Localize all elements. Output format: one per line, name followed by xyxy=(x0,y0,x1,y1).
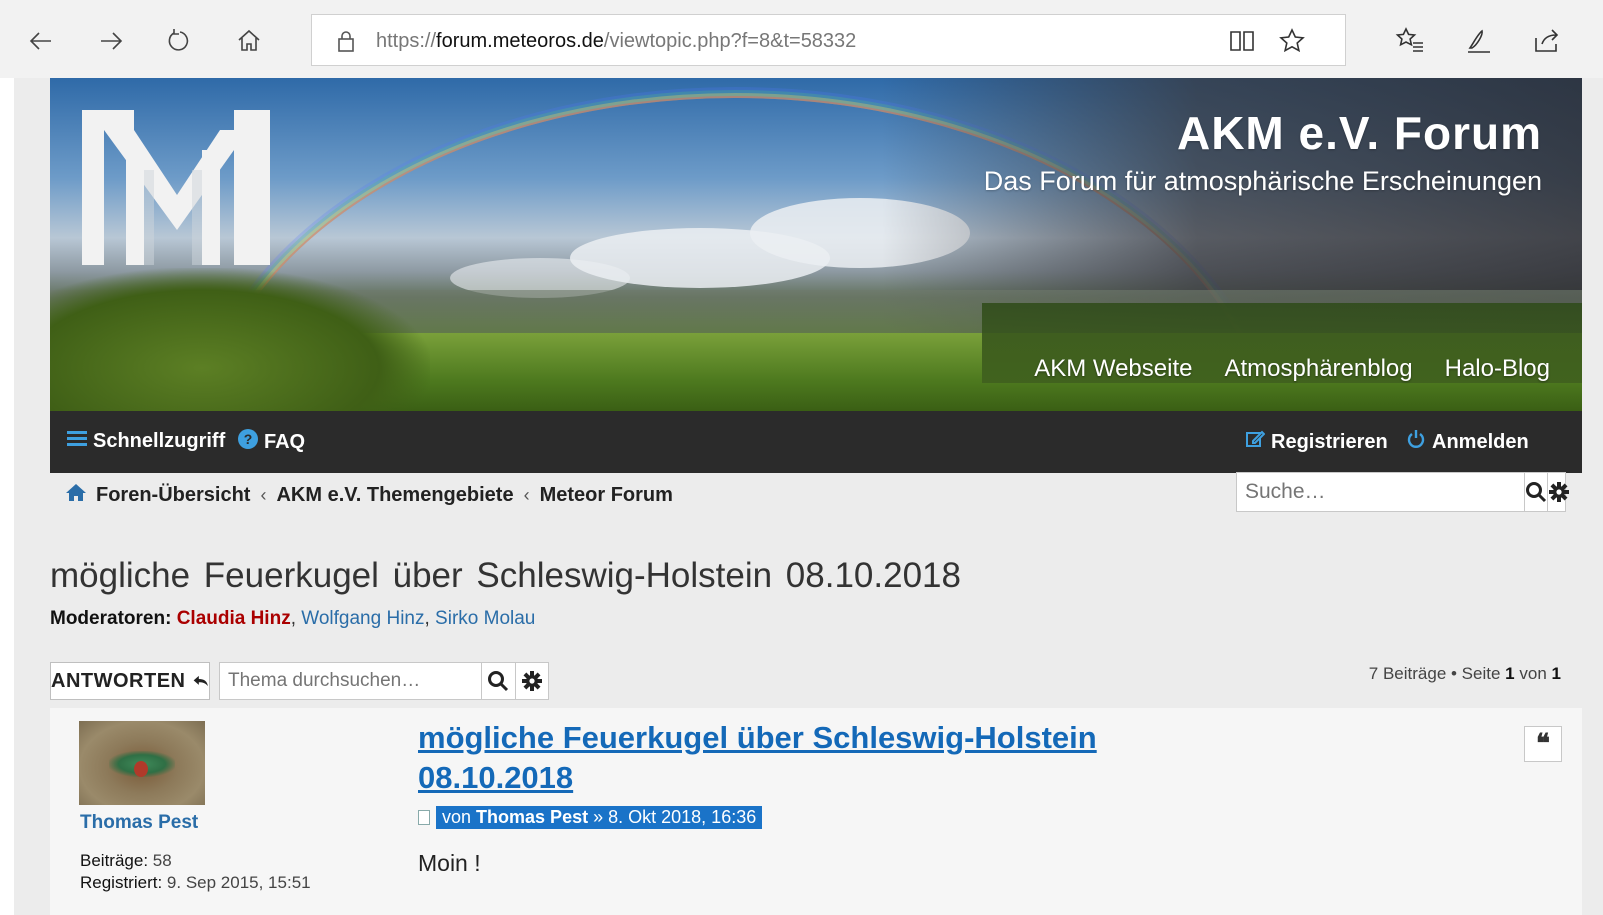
quick-links-menu[interactable]: Schnellzugriff xyxy=(67,429,225,453)
quote-button[interactable]: ❝ xyxy=(1524,726,1562,762)
pen-notes-icon[interactable] xyxy=(1462,24,1496,58)
link-akm-webseite[interactable]: AKM Webseite xyxy=(1034,355,1192,383)
lock-icon xyxy=(336,29,356,58)
hamburger-icon xyxy=(67,429,87,453)
topic-title: mögliche Feuerkugel über Schleswig-Holst… xyxy=(50,556,961,595)
reading-view-icon[interactable] xyxy=(1228,27,1256,55)
post-title-link[interactable]: mögliche Feuerkugel über Schleswig-Holst… xyxy=(418,718,1178,798)
post-meta-text: von Thomas Pest » 8. Okt 2018, 16:36 xyxy=(436,805,763,829)
registered-date: 9. Sep 2015, 15:51 xyxy=(166,873,311,892)
trees-graphic xyxy=(50,268,430,411)
help-circle-icon: ? xyxy=(238,429,258,455)
search-icon xyxy=(488,671,509,692)
topic-search-button[interactable] xyxy=(481,663,515,699)
moderator-link[interactable]: Claudia Hinz xyxy=(177,608,291,629)
gear-icon xyxy=(521,671,542,691)
breadcrumb-category[interactable]: AKM e.V. Themengebiete xyxy=(276,484,513,507)
address-bar[interactable]: https://forum.meteoros.de/viewtopic.php?… xyxy=(311,14,1346,66)
breadcrumb-separator: ‹ xyxy=(523,484,530,505)
register-label: Registrieren xyxy=(1271,430,1388,453)
site-search xyxy=(1236,472,1569,512)
faq-label: FAQ xyxy=(264,430,306,453)
favorite-star-icon[interactable] xyxy=(1278,27,1306,55)
post-container: Thomas Pest Beiträge: 58 Registriert: 9.… xyxy=(50,708,1582,915)
site-title: AKM e.V. Forum xyxy=(1176,107,1542,159)
link-halo-blog[interactable]: Halo-Blog xyxy=(1445,355,1550,383)
post-author-link[interactable]: Thomas Pest xyxy=(80,812,198,834)
faq-link[interactable]: ? FAQ xyxy=(238,429,305,455)
pagination-info: 7 Beiträge • Seite 1 von 1 xyxy=(1368,664,1561,683)
posts-count: 58 xyxy=(152,851,172,870)
post-icon[interactable] xyxy=(418,809,430,825)
moderators-label: Moderatoren: xyxy=(50,608,172,629)
browser-toolbar: https://forum.meteoros.de/viewtopic.php?… xyxy=(0,0,1603,78)
quick-links-label: Schnellzugriff xyxy=(93,429,226,452)
search-button[interactable] xyxy=(1524,473,1547,511)
topic-search-input[interactable] xyxy=(220,663,481,699)
main-navbar: Schnellzugriff ? FAQ Registrieren Anmeld… xyxy=(50,411,1582,473)
reply-arrow-icon xyxy=(194,675,209,687)
topic-search xyxy=(219,662,549,700)
home-icon xyxy=(66,483,86,507)
advanced-search-button[interactable] xyxy=(1547,473,1570,511)
edit-icon xyxy=(1245,429,1266,455)
reply-label: ANTWORTEN xyxy=(51,669,186,692)
login-link[interactable]: Anmelden xyxy=(1406,429,1529,455)
bird-breast-graphic xyxy=(134,761,148,777)
post-meta-author[interactable]: Thomas Pest xyxy=(476,807,588,827)
gear-icon xyxy=(1549,482,1569,502)
site-logo[interactable] xyxy=(82,110,270,265)
author-profile: Beiträge: 58 Registriert: 9. Sep 2015, 1… xyxy=(80,850,311,894)
moderator-link[interactable]: Sirko Molau xyxy=(435,608,535,629)
register-link[interactable]: Registrieren xyxy=(1245,429,1388,455)
link-atmosphaerenblog[interactable]: Atmosphärenblog xyxy=(1224,355,1412,383)
breadcrumb: Foren-Übersicht ‹ AKM e.V. Themengebiete… xyxy=(66,482,673,508)
breadcrumb-separator: ‹ xyxy=(260,484,267,505)
svg-text:?: ? xyxy=(244,431,253,447)
moderator-link[interactable]: Wolfgang Hinz xyxy=(301,608,424,629)
header-banner: AKM e.V. Forum Das Forum für atmosphäris… xyxy=(50,78,1582,411)
topic-advanced-search-button[interactable] xyxy=(514,663,549,699)
breadcrumb-index[interactable]: Foren-Übersicht xyxy=(96,484,250,507)
power-icon xyxy=(1406,429,1426,455)
site-description: Das Forum für atmosphärische Erscheinung… xyxy=(983,166,1542,196)
search-icon xyxy=(1526,482,1547,503)
moderators-line: Moderatoren: Claudia Hinz, Wolfgang Hinz… xyxy=(50,608,536,629)
posts-label: Beiträge: xyxy=(80,851,149,870)
favorites-list-icon[interactable] xyxy=(1393,24,1427,58)
post-body: Moin ! xyxy=(418,850,481,876)
current-page: 1 xyxy=(1505,664,1515,683)
home-icon[interactable] xyxy=(232,24,266,58)
breadcrumb-forum[interactable]: Meteor Forum xyxy=(540,484,673,507)
back-arrow-icon[interactable] xyxy=(24,24,58,58)
reply-button[interactable]: ANTWORTEN xyxy=(50,662,210,700)
registered-label: Registriert: xyxy=(80,873,163,892)
post-meta: von Thomas Pest » 8. Okt 2018, 16:36 xyxy=(418,805,763,829)
login-label: Anmelden xyxy=(1432,430,1529,453)
header-links: AKM Webseite Atmosphärenblog Halo-Blog xyxy=(1034,355,1550,383)
avatar xyxy=(79,721,205,805)
url-text: https://forum.meteoros.de/viewtopic.php?… xyxy=(376,30,857,52)
share-icon[interactable] xyxy=(1530,24,1564,58)
page-content: AKM e.V. Forum Das Forum für atmosphäris… xyxy=(14,78,1603,915)
total-pages: 1 xyxy=(1551,664,1561,683)
reload-icon[interactable] xyxy=(162,24,196,58)
forward-arrow-icon[interactable] xyxy=(94,24,128,58)
search-input[interactable] xyxy=(1237,473,1524,511)
